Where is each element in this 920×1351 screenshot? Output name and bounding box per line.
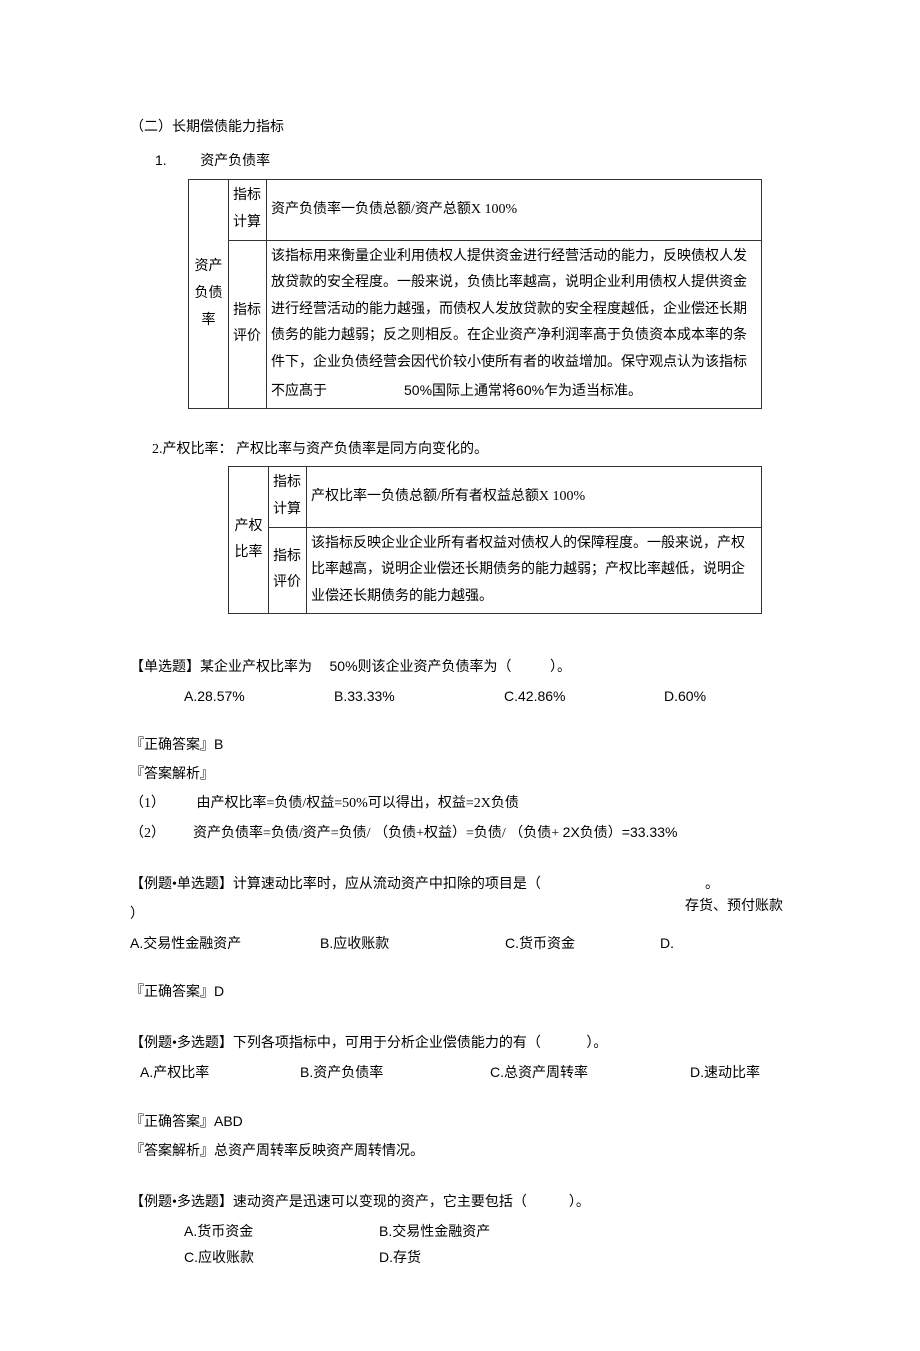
q1-opt-a: A.28.57%: [184, 684, 334, 709]
q1-a2-pre: （2）: [130, 826, 165, 841]
q1-a2-d: =33.33%: [622, 824, 678, 840]
q3-opt-a: A.产权比率: [140, 1060, 300, 1086]
q1-stem: 【单选题】某企业产权比率为 50% 则该企业资产负债率为（ ）。: [130, 654, 790, 680]
q2-opt-d-text: 存货、预付账款: [685, 894, 783, 919]
q1-a2-a: 资产负债率=负债/资产=负债/ （负债+权益）=负债/ （负债+: [193, 826, 563, 841]
subsection-1-num: 1.: [155, 152, 167, 168]
q1-a2-c: 负债）: [580, 826, 622, 841]
q3-analysis: 『答案解析』总资产周转率反映资产周转情况。: [130, 1139, 790, 1164]
q2-options: A.交易性金融资产 B.应收账款 C.货币资金 D.: [130, 931, 790, 957]
q1-ans-val: B: [214, 736, 223, 752]
t2-r2-content: 该指标反映企业企业所有者权益对债权人的保障程度。一般来说，产权比率越高，说明企业…: [307, 527, 762, 614]
q4-opt-c: C.应收账款: [184, 1245, 379, 1271]
t1-r1-content: 资产负债率一负债总额/资产总额X 100%: [267, 180, 762, 240]
q3-ans-label: 『正确答案』: [130, 1115, 214, 1130]
q1-opt-b: B.33.33%: [334, 684, 504, 709]
q4-opt-d: D.存货: [379, 1245, 529, 1271]
q1-ans-label: 『正确答案』: [130, 738, 214, 753]
q2-stem: 【例题•单选题】计算速动比率时，应从流动资产中扣除的项目是（ 。 存货、预付账款: [130, 872, 790, 897]
subsection-2-intro: 2.产权比率： 产权比率与资产负债率是同方向变化的。: [130, 437, 790, 462]
q2-ans-val: D: [214, 983, 224, 999]
q1-opt-c: C.42.86%: [504, 684, 664, 709]
q3-options: A.产权比率 B.资产负债率 C.总资产周转率 D.速动比率: [130, 1060, 790, 1086]
q1-options: A.28.57% B.33.33% C.42.86% D.60%: [130, 684, 790, 709]
q1-analysis-label: 『答案解析』: [130, 762, 790, 787]
q1-opt-d: D.60%: [664, 684, 814, 709]
table-equity-ratio: 产权比率 指标计算 产权比率一负债总额/所有者权益总额X 100% 指标评价 该…: [228, 466, 762, 614]
t1-r2-pre: 该指标用来衡量企业利用债权人提供资金进行经营活动的能力，反映债权人发放贷款的安全…: [271, 249, 747, 399]
q1-analysis-2: （2） 资产负债率=负债/资产=负债/ （负债+权益）=负债/ （负债+ 2X负…: [130, 820, 790, 846]
t2-r2-label: 指标评价: [269, 527, 307, 614]
q1-stem-post: 则该企业资产负债率为（: [358, 655, 512, 680]
subsection-1-title: 资产负债率: [200, 154, 270, 169]
q3-answer: 『正确答案』ABD: [130, 1109, 790, 1135]
q3-opt-d: D.速动比率: [690, 1060, 840, 1086]
q1-stem-end: ）。: [550, 655, 571, 680]
t1-rowlabel: 资产负债率: [189, 180, 229, 409]
q2-ans-label: 『正确答案』: [130, 985, 214, 1000]
q2-opt-c: C.货币资金: [505, 931, 660, 957]
q1-answer: 『正确答案』B: [130, 732, 790, 758]
q4-stem-end: ）。: [569, 1190, 590, 1215]
subsection-1: 1. 资产负债率: [130, 148, 790, 174]
q3-ans-val: ABD: [214, 1113, 243, 1129]
q4-stem: 【例题•多选题】速动资产是迅速可以变现的资产，它主要包括（ ）。: [130, 1190, 790, 1215]
q3-stem-end: ）。: [586, 1031, 607, 1056]
section-heading: （二）长期偿债能力指标: [130, 115, 790, 140]
t1-r1-label: 指标计算: [229, 180, 267, 240]
q4-opt-a: A.货币资金: [184, 1219, 379, 1245]
t1-r2-content: 该指标用来衡量企业利用债权人提供资金进行经营活动的能力，反映债权人发放贷款的安全…: [267, 240, 762, 409]
q3-stem: 【例题•多选题】下列各项指标中，可用于分析企业偿债能力的有（ ）。: [130, 1031, 790, 1056]
t1-r2-pct: 50%: [404, 382, 432, 398]
q4-options-row1: A.货币资金 B.交易性金融资产: [130, 1219, 790, 1245]
q2-opt-b: B.应收账款: [320, 931, 505, 957]
q1-pct: 50%: [330, 654, 358, 679]
q3-stem-text: 【例题•多选题】下列各项指标中，可用于分析企业偿债能力的有（: [130, 1031, 541, 1056]
q3-opt-c: C.总资产周转率: [490, 1060, 690, 1086]
q4-opt-b: B.交易性金融资产: [379, 1219, 529, 1245]
q1-stem-pre: 【单选题】某企业产权比率为: [130, 655, 312, 680]
q2-opt-d: D.: [660, 931, 810, 957]
t1-r2-mid: 国际上通常将: [432, 384, 516, 399]
q1-a1-text: 由产权比率=负债/权益=50%可以得出，权益=2X负债: [197, 796, 519, 811]
table-debt-ratio: 资产负债率 指标计算 资产负债率一负债总额/资产总额X 100% 指标评价 该指…: [188, 179, 762, 409]
t2-r1-content: 产权比率一负债总额/所有者权益总额X 100%: [307, 467, 762, 527]
q1-a2-b: 2X: [563, 824, 580, 840]
q1-a1-pre: （1）: [130, 796, 165, 811]
q4-options-row2: C.应收账款 D.存货: [130, 1245, 790, 1271]
t1-r2-pct2: 60%: [516, 382, 544, 398]
q3-opt-b: B.资产负债率: [300, 1060, 490, 1086]
q4-stem-text: 【例题•多选题】速动资产是迅速可以变现的资产，它主要包括（: [130, 1190, 527, 1215]
t1-r2-post: 乍为适当标准。: [544, 384, 642, 399]
q2-answer: 『正确答案』D: [130, 979, 790, 1005]
q2-opt-a: A.交易性金融资产: [130, 931, 320, 957]
t2-r1-label: 指标计算: [269, 467, 307, 527]
q2-stem-text: 【例题•单选题】计算速动比率时，应从流动资产中扣除的项目是（: [130, 872, 541, 897]
q1-analysis-1: （1） 由产权比率=负债/权益=50%可以得出，权益=2X负债: [130, 791, 790, 816]
t1-r2-label: 指标评价: [229, 240, 267, 409]
t1-r1-text: 资产负债率一负债总额/资产总额X 100%: [271, 202, 517, 217]
t2-rowlabel: 产权比率: [229, 467, 269, 614]
